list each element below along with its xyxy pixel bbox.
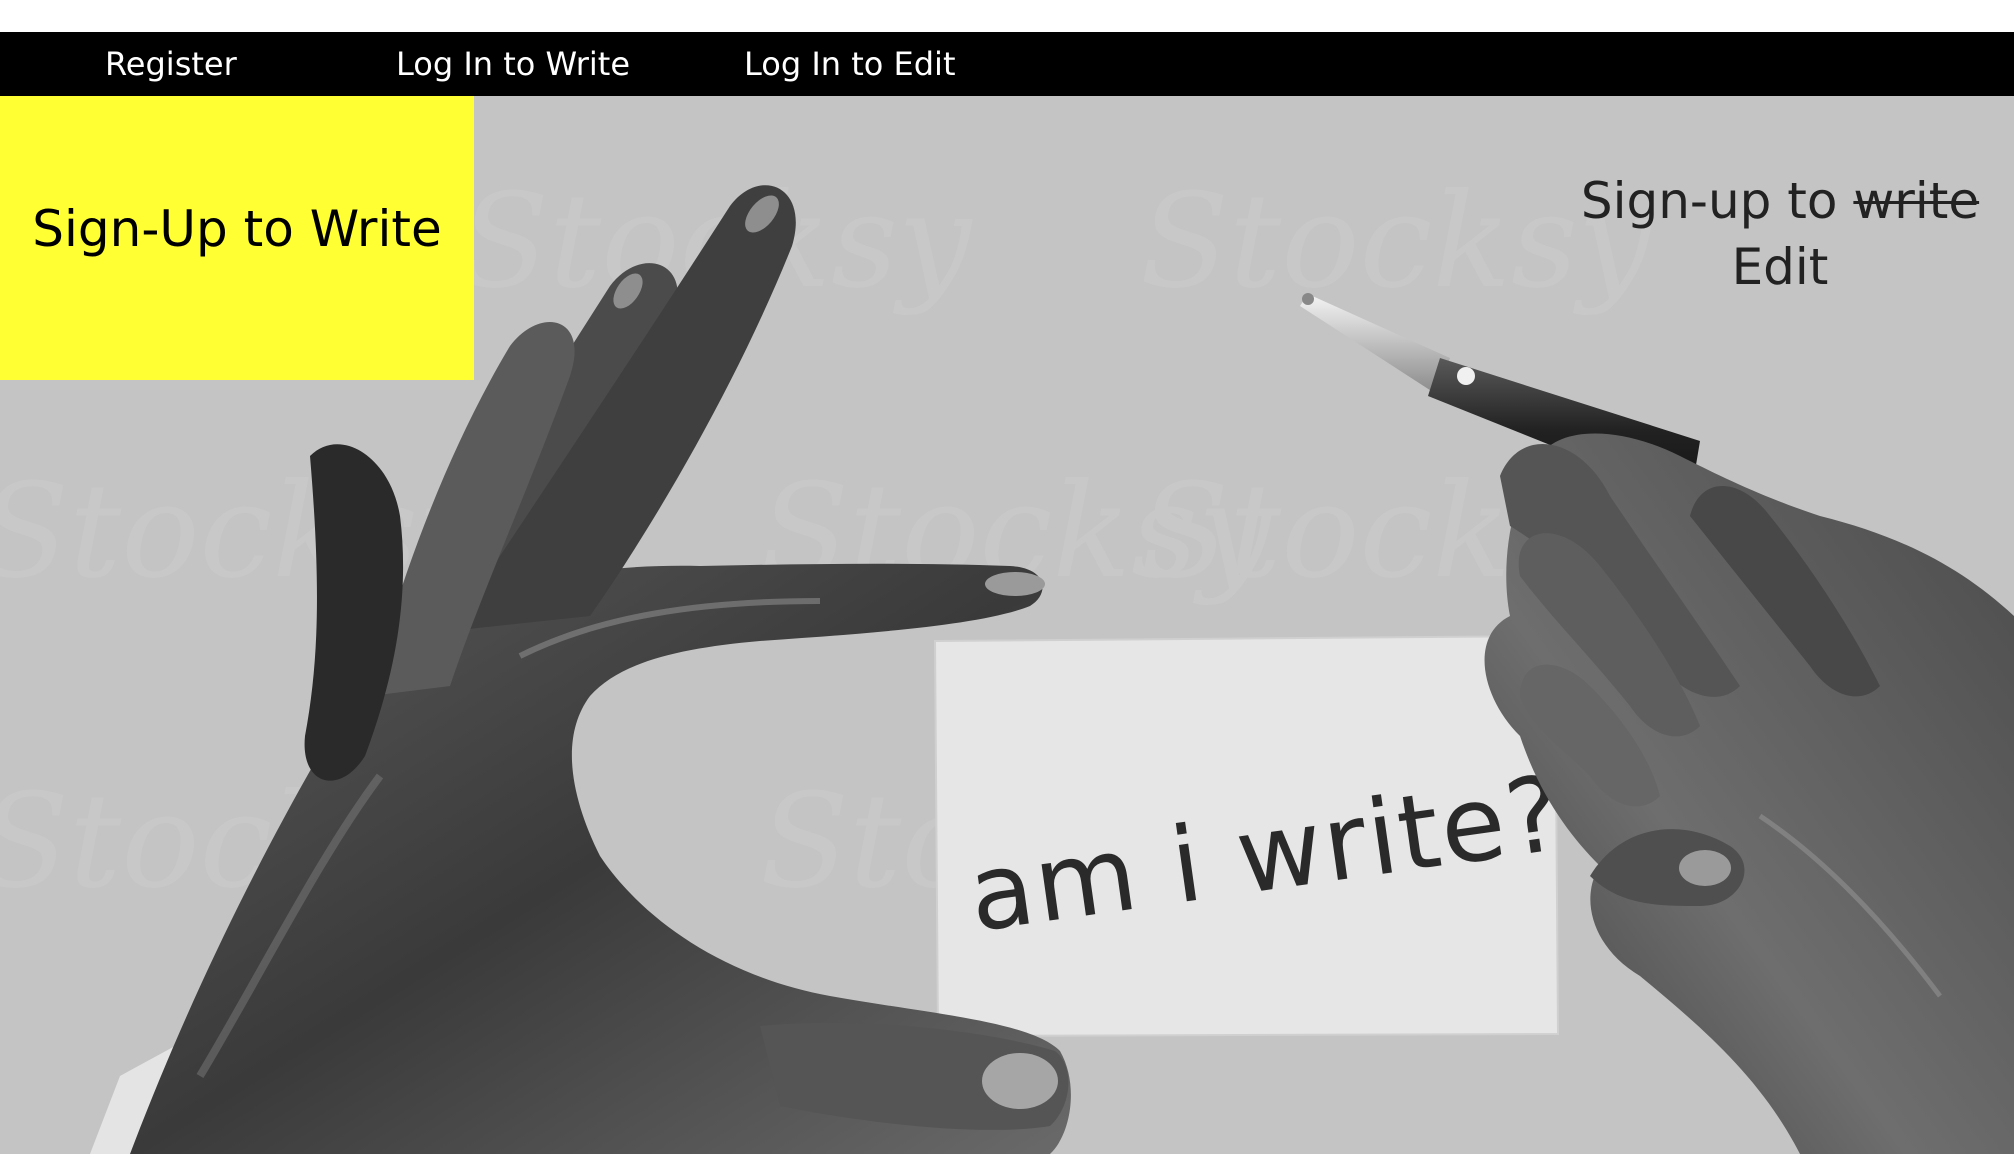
- signup-edit-struck-word: write: [1853, 172, 1980, 230]
- signup-edit-line-1: Sign-up to write: [1560, 168, 2000, 234]
- signup-to-write-label: Sign-Up to Write: [32, 200, 442, 258]
- login-to-edit-link[interactable]: Log In to Edit: [744, 32, 955, 96]
- signup-to-edit-link[interactable]: Sign-up to write Edit: [1560, 168, 2000, 300]
- signup-to-write-button[interactable]: Sign-Up to Write: [0, 96, 474, 380]
- message-card: am i write?: [933, 634, 1571, 1038]
- signup-edit-suffix: Edit: [1731, 238, 1829, 296]
- top-strip: [0, 0, 2014, 32]
- right-hand: [1484, 433, 2014, 1154]
- top-navbar: Register Log In to Write Log In to Edit: [0, 32, 2014, 96]
- signup-edit-prefix: Sign-up to: [1580, 172, 1854, 230]
- login-to-write-link[interactable]: Log In to Write: [396, 32, 630, 96]
- register-link[interactable]: Register: [105, 32, 237, 96]
